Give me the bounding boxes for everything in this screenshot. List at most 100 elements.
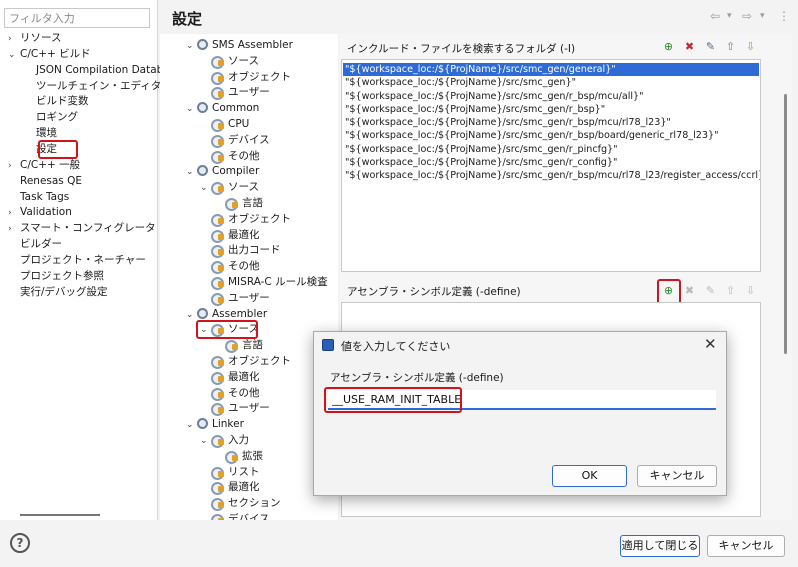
delete-symbol-icon[interactable]: ✖ [682, 283, 697, 298]
tree-item[interactable]: MISRA-C ルール検査 [200, 275, 328, 290]
expand-chevron-icon[interactable]: › [8, 222, 20, 237]
include-path-row[interactable]: "${workspace_loc:/${ProjName}/src/smc_ge… [345, 103, 605, 116]
tree-item[interactable]: オブジェクト [200, 70, 291, 85]
tree-item[interactable]: ⌄ Compiler [186, 164, 259, 179]
forward-dropdown-icon[interactable]: ▾ [760, 11, 765, 21]
nav-item[interactable]: 環境 [24, 126, 57, 141]
nav-item[interactable]: › スマート・コンフィグレータ [8, 221, 156, 236]
tree-item[interactable]: その他 [200, 386, 260, 401]
tree-item[interactable]: ⌄ 入力 [200, 433, 249, 448]
include-path-list[interactable]: "${workspace_loc:/${ProjName}/src/smc_ge… [341, 59, 761, 272]
include-path-row[interactable]: "${workspace_loc:/${ProjName}/src/smc_ge… [345, 129, 719, 142]
tree-item[interactable]: オブジェクト [200, 212, 291, 227]
dialog-cancel-button[interactable]: キャンセル [637, 465, 717, 487]
nav-item[interactable]: Renesas QE [8, 174, 82, 189]
include-path-row[interactable]: "${workspace_loc:/${ProjName}/src/smc_ge… [345, 90, 644, 103]
edit-path-icon[interactable]: ✎ [703, 39, 718, 54]
nav-item[interactable]: ビルダー [8, 237, 62, 252]
nav-item[interactable]: プロジェクト・ネーチャー [8, 253, 146, 268]
move-down-icon[interactable]: ⇩ [743, 39, 758, 54]
tree-item[interactable]: 拡張 [214, 449, 263, 464]
tree-item-label: 拡張 [242, 449, 263, 462]
expand-chevron-icon[interactable]: › [8, 206, 20, 221]
option-page-icon [211, 244, 224, 259]
tree-item[interactable]: 言語 [214, 196, 263, 211]
nav-horizontal-scrollbar[interactable] [20, 514, 100, 516]
tree-item[interactable]: ⌄ ソース [200, 180, 259, 196]
option-page-icon [225, 339, 238, 354]
filter-input[interactable] [4, 8, 150, 28]
collapse-chevron-icon[interactable]: ⌄ [200, 181, 211, 196]
tree-item[interactable]: 最適化 [200, 370, 260, 385]
move-symbol-up-icon[interactable]: ⇧ [723, 283, 738, 298]
apply-and-close-button[interactable]: 適用して閉じる [620, 535, 700, 557]
collapse-chevron-icon[interactable]: ⌄ [186, 308, 197, 323]
tree-item[interactable]: その他 [200, 259, 260, 275]
include-path-row[interactable]: "${workspace_loc:/${ProjName}/src/smc_ge… [345, 156, 617, 169]
nav-item[interactable]: ビルド変数 [24, 94, 89, 109]
expand-chevron-icon[interactable]: ⌄ [8, 48, 20, 63]
move-up-icon[interactable]: ⇧ [723, 39, 738, 54]
tree-item[interactable]: デバイス [200, 133, 270, 148]
tree-item[interactable]: オブジェクト [200, 354, 291, 369]
tree-item[interactable]: ⌄ Linker [186, 417, 244, 432]
tree-item-label: 言語 [242, 339, 263, 352]
include-path-row[interactable]: "${workspace_loc:/${ProjName}/src/smc_ge… [345, 116, 671, 129]
tree-item[interactable]: ソース [200, 54, 259, 69]
nav-item[interactable]: プロジェクト参照 [8, 269, 104, 284]
add-path-icon[interactable]: ⊕ [661, 39, 676, 54]
tree-item[interactable]: 言語 [214, 338, 263, 354]
forward-arrow-icon[interactable]: ⇨ [742, 9, 752, 23]
nav-item[interactable]: ⌄ C/C++ ビルド [8, 47, 91, 62]
expand-chevron-icon[interactable]: › [8, 159, 20, 174]
tree-item[interactable]: 最適化 [200, 480, 260, 496]
nav-item[interactable]: ロギング [24, 110, 78, 125]
tree-item-label: ユーザー [228, 86, 270, 99]
collapse-chevron-icon[interactable]: ⌄ [200, 434, 211, 449]
delete-path-icon[interactable]: ✖ [682, 39, 697, 54]
tree-item[interactable]: 出力コード [200, 243, 281, 259]
tree-item[interactable]: ユーザー [200, 401, 270, 417]
tree-item[interactable]: セクション [200, 496, 281, 512]
back-arrow-icon[interactable]: ⇦ [710, 9, 720, 23]
tree-item[interactable]: デバイス [200, 512, 270, 520]
back-dropdown-icon[interactable]: ▾ [727, 11, 732, 21]
tree-item[interactable]: その他 [200, 149, 260, 164]
option-page-icon [211, 150, 224, 164]
edit-symbol-icon[interactable]: ✎ [703, 283, 718, 298]
include-path-row[interactable]: "${workspace_loc:/${ProjName}/src/smc_ge… [345, 169, 760, 182]
tree-item[interactable]: リスト [200, 465, 260, 480]
collapse-chevron-icon[interactable]: ⌄ [186, 418, 197, 433]
collapse-chevron-icon[interactable]: ⌄ [186, 165, 197, 180]
tree-item[interactable]: ⌄ Assembler [186, 307, 267, 322]
tree-item[interactable]: CPU [200, 117, 249, 132]
nav-item[interactable]: › リソース [8, 31, 61, 46]
include-path-row[interactable]: "${workspace_loc:/${ProjName}/src/smc_ge… [345, 76, 576, 89]
nav-item[interactable]: › C/C++ 一般 [8, 158, 80, 173]
move-symbol-down-icon[interactable]: ⇩ [743, 283, 758, 298]
page-vertical-scrollbar[interactable] [784, 94, 787, 354]
view-menu-icon[interactable]: ⋮ [778, 9, 790, 23]
nav-item[interactable]: 実行/デバッグ設定 [8, 285, 108, 300]
help-icon[interactable]: ? [10, 533, 30, 553]
expand-chevron-icon[interactable]: › [8, 32, 20, 47]
tree-item-label: 最適化 [228, 481, 260, 494]
collapse-chevron-icon[interactable]: ⌄ [186, 39, 197, 54]
nav-item-label: C/C++ ビルド [20, 47, 91, 60]
tree-item[interactable]: ユーザー [200, 85, 270, 101]
tree-item[interactable]: ⌄ SMS Assembler [186, 38, 293, 53]
cancel-button[interactable]: キャンセル [707, 535, 785, 557]
nav-item[interactable]: › Validation [8, 205, 72, 220]
include-path-row[interactable]: "${workspace_loc:/${ProjName}/src/smc_ge… [345, 143, 618, 156]
tree-item[interactable]: ⌄ Common [186, 101, 259, 116]
ok-button[interactable]: OK [552, 465, 627, 487]
tree-item[interactable]: ユーザー [200, 291, 270, 306]
close-icon[interactable]: ✕ [704, 335, 717, 353]
nav-item[interactable]: Task Tags [8, 190, 69, 205]
tree-item[interactable]: 最適化 [200, 228, 260, 243]
nav-item[interactable]: JSON Compilation Datab [24, 63, 163, 78]
nav-item[interactable]: ツールチェイン・エディター [24, 79, 172, 94]
include-path-row[interactable]: "${workspace_loc:/${ProjName}/src/smc_ge… [343, 63, 759, 76]
collapse-chevron-icon[interactable]: ⌄ [186, 102, 197, 117]
option-page-icon [211, 134, 224, 148]
